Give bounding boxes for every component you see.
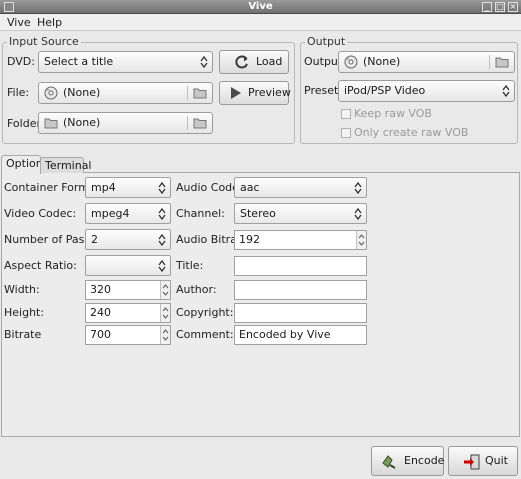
comment-field[interactable]: Encoded by Vive	[234, 325, 367, 345]
keep-raw-vob-label: Keep raw VOB	[354, 107, 432, 120]
close-icon[interactable]: ×	[508, 2, 518, 12]
audio-codec-select[interactable]: aac	[234, 177, 367, 198]
container-format-value: mp4	[91, 181, 116, 194]
passes-select[interactable]: 2	[85, 229, 171, 250]
window-title: Vive	[248, 1, 273, 12]
bitrate-value: 700	[90, 328, 111, 341]
bitrate-spinner[interactable]: 700	[85, 325, 171, 345]
encode-button[interactable]: Encode	[371, 446, 444, 476]
comment-label: Comment:	[176, 328, 234, 341]
only-raw-vob-checkbox[interactable]	[341, 128, 351, 138]
tab-terminal[interactable]: Terminal	[40, 157, 92, 173]
spin-arrows-icon	[162, 307, 169, 319]
dvd-select-value: Select a title	[44, 55, 114, 68]
width-label: Width:	[4, 283, 40, 296]
author-field[interactable]	[234, 280, 367, 300]
passes-value: 2	[91, 233, 98, 246]
updown-arrows-icon	[158, 207, 166, 221]
folder-icon	[193, 118, 207, 129]
width-value: 320	[90, 283, 111, 296]
preview-button[interactable]: Preview	[219, 81, 291, 105]
folder-icon	[193, 88, 207, 99]
keep-raw-vob-checkbox[interactable]	[341, 109, 351, 119]
output-chooser-value: (None)	[363, 55, 401, 68]
channel-value: Stereo	[240, 207, 276, 220]
spin-buttons[interactable]	[160, 281, 170, 299]
play-icon	[231, 87, 241, 99]
chooser-separator	[187, 116, 188, 130]
input-source-legend: Input Source	[7, 35, 81, 48]
quit-button[interactable]: Quit	[448, 446, 518, 476]
output-legend: Output	[305, 35, 348, 48]
preview-button-label: Preview	[248, 86, 291, 99]
channel-select[interactable]: Stereo	[234, 203, 367, 224]
updown-arrows-icon	[354, 181, 362, 195]
file-chooser[interactable]: (None)	[38, 82, 213, 104]
aspect-ratio-label: Aspect Ratio:	[4, 259, 77, 272]
menu-vive[interactable]: Vive	[7, 15, 31, 30]
disc-icon	[344, 55, 358, 69]
updown-arrows-icon	[200, 55, 208, 69]
preset-select-value: iPod/PSP Video	[344, 84, 426, 97]
dvd-label: DVD:	[7, 55, 35, 68]
spin-arrows-icon	[162, 284, 169, 296]
chooser-separator	[489, 55, 490, 69]
load-button[interactable]: Load	[219, 50, 289, 74]
only-raw-vob-label: Only create raw VOB	[354, 126, 469, 139]
folder-chooser[interactable]: (None)	[38, 112, 213, 134]
encode-icon	[382, 455, 396, 469]
tab-options[interactable]: Options	[1, 155, 48, 174]
title-label: Title:	[176, 259, 204, 272]
refresh-icon	[235, 55, 248, 69]
output-chooser[interactable]: (None)	[338, 51, 515, 73]
preset-label: Preset:	[304, 84, 343, 97]
width-spinner[interactable]: 320	[85, 280, 171, 300]
spin-arrows-icon	[162, 329, 169, 341]
quit-button-label: Quit	[485, 454, 508, 467]
video-codec-label: Video Codec:	[4, 207, 77, 220]
chooser-separator	[187, 86, 188, 100]
updown-arrows-icon	[502, 84, 510, 98]
spin-arrows-icon	[358, 234, 365, 246]
audio-codec-value: aac	[240, 181, 260, 194]
channel-label: Channel:	[176, 207, 225, 220]
dvd-select[interactable]: Select a title	[38, 51, 213, 73]
bitrate-label: Bitrate	[4, 328, 42, 341]
load-button-label: Load	[256, 55, 283, 68]
updown-arrows-icon	[158, 181, 166, 195]
height-label: Height:	[4, 306, 45, 319]
updown-arrows-icon	[158, 233, 166, 247]
file-label: File:	[7, 86, 30, 99]
title-field[interactable]	[234, 256, 367, 276]
audio-bitrate-value: 192	[239, 233, 260, 246]
disc-icon	[44, 86, 58, 100]
height-value: 240	[90, 306, 111, 319]
menubar: Vive Help	[0, 14, 521, 31]
exit-icon	[464, 454, 480, 470]
preset-select[interactable]: iPod/PSP Video	[338, 80, 515, 102]
minimize-icon[interactable]: _	[482, 2, 492, 12]
spin-buttons[interactable]	[160, 326, 170, 344]
encode-button-label: Encode	[404, 454, 445, 467]
copyright-label: Copyright:	[176, 306, 234, 319]
spin-buttons[interactable]	[356, 231, 366, 249]
height-spinner[interactable]: 240	[85, 303, 171, 323]
video-codec-value: mpeg4	[91, 207, 130, 220]
aspect-ratio-select[interactable]	[85, 255, 171, 276]
maximize-icon[interactable]: □	[495, 2, 505, 12]
folder-small-icon	[44, 118, 58, 129]
folder-icon	[495, 57, 509, 68]
spin-buttons[interactable]	[160, 304, 170, 322]
audio-bitrate-spinner[interactable]: 192	[234, 230, 367, 250]
folder-chooser-value: (None)	[63, 116, 101, 129]
updown-arrows-icon	[354, 207, 362, 221]
video-codec-select[interactable]: mpeg4	[85, 203, 171, 224]
menu-help[interactable]: Help	[37, 15, 62, 30]
author-label: Author:	[176, 283, 217, 296]
window-titlebar: Vive _ □ ×	[0, 0, 521, 14]
copyright-field[interactable]	[234, 303, 367, 323]
file-chooser-value: (None)	[63, 86, 101, 99]
container-format-select[interactable]: mp4	[85, 177, 171, 198]
updown-arrows-icon	[158, 259, 166, 273]
